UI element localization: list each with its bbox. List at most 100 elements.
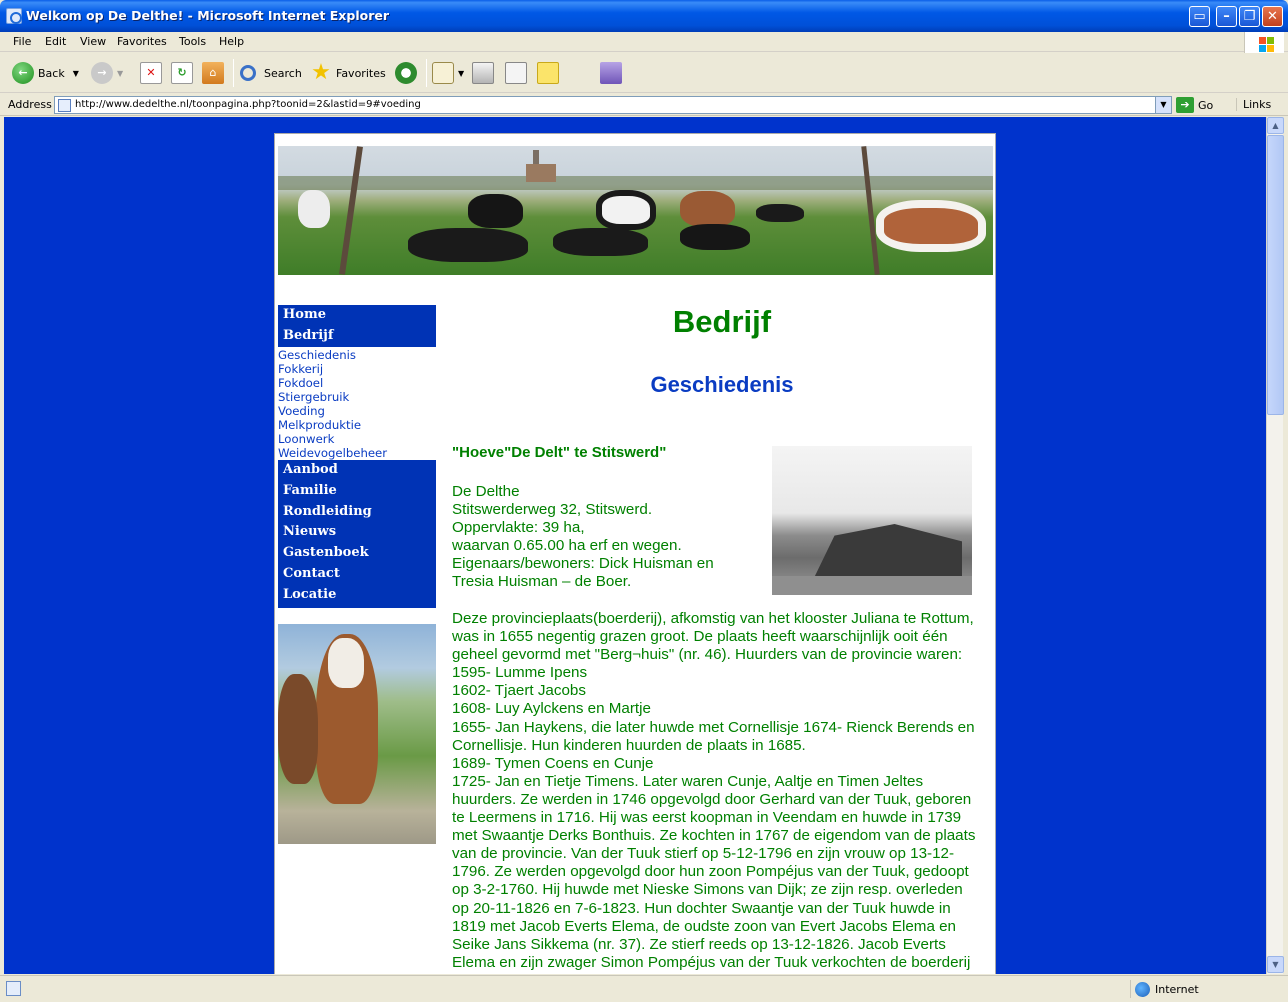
menu-favorites[interactable]: Favorites xyxy=(117,35,167,48)
windows-logo-icon xyxy=(1244,32,1284,54)
text-line: 1595- Lumme Ipens xyxy=(452,664,588,682)
back-button[interactable]: ← Back ▼ xyxy=(12,60,79,86)
search-icon xyxy=(240,65,256,81)
refresh-icon: ↻ xyxy=(171,62,193,84)
research-button[interactable] xyxy=(600,60,626,86)
text-line: huurders. Ze werden in 1746 opgevolgd do… xyxy=(452,790,972,808)
menu-file[interactable]: File xyxy=(13,35,31,48)
nav-melkproduktie[interactable]: Melkproduktie xyxy=(278,418,436,432)
mail-dropdown-icon[interactable]: ▼ xyxy=(458,69,464,78)
nav-familie[interactable]: Familie xyxy=(283,481,431,502)
ie-page-icon xyxy=(6,8,22,24)
cows-banner-image xyxy=(278,146,993,275)
nav-fokkerij[interactable]: Fokkerij xyxy=(278,362,436,376)
forward-button[interactable]: → ▼ xyxy=(91,60,123,86)
nav-gastenboek[interactable]: Gastenboek xyxy=(283,543,431,564)
restore-window-icon[interactable]: ▭ xyxy=(1189,6,1210,27)
text-line: van de provincie. Van der Tuuk stierf op… xyxy=(452,845,955,863)
status-bar: Internet xyxy=(0,975,1288,1002)
text-line: Deze provincieplaats(boerderij), afkomst… xyxy=(452,610,974,627)
address-input[interactable]: http://www.dedelthe.nl/toonpagina.php?to… xyxy=(54,96,1172,114)
nav-contact[interactable]: Contact xyxy=(283,564,431,585)
menu-view[interactable]: View xyxy=(80,35,106,48)
text-line: op 3-2-1760. Hij huwde met Nieske Simons… xyxy=(452,881,963,899)
back-dropdown-icon[interactable]: ▼ xyxy=(73,69,79,78)
edit-button[interactable] xyxy=(505,60,531,86)
scroll-down-icon[interactable]: ▼ xyxy=(1267,956,1284,973)
history-icon xyxy=(395,62,417,84)
menu-tools[interactable]: Tools xyxy=(179,35,206,48)
page-title: Bedrijf xyxy=(672,304,772,339)
go-label: Go xyxy=(1198,98,1214,112)
globe-icon xyxy=(1135,981,1150,997)
text-line: 1655- Jan Haykens, die later huwde met C… xyxy=(452,718,975,736)
text-line: 1725- Jan en Tietje Timens. Later waren … xyxy=(452,772,924,790)
nav-home[interactable]: Home xyxy=(283,305,431,326)
address-bar: Address http://www.dedelthe.nl/toonpagin… xyxy=(0,94,1288,116)
address-label: Address xyxy=(8,98,52,111)
text-line: 1689- Tymen Coens en Cunje xyxy=(452,754,654,772)
nav-bedrijf[interactable]: Bedrijf xyxy=(283,326,431,347)
nav-voeding[interactable]: Voeding xyxy=(278,404,436,418)
favorites-button[interactable]: ★ Favorites xyxy=(310,60,386,86)
printer-icon xyxy=(472,62,494,84)
side-navigation: Home Bedrijf Geschiedenis Fokkerij Fokdo… xyxy=(278,305,436,609)
nav-stiergebruik[interactable]: Stiergebruik xyxy=(278,390,436,404)
history-text: Deze provincieplaats(boerderij), afkomst… xyxy=(452,610,992,972)
nav-nieuws[interactable]: Nieuws xyxy=(283,522,431,543)
vertical-scrollbar[interactable]: ▲ ▼ xyxy=(1266,117,1284,974)
close-button[interactable]: ✕ xyxy=(1262,6,1283,27)
address-url[interactable]: http://www.dedelthe.nl/toonpagina.php?to… xyxy=(75,99,421,110)
nav-fokdoel[interactable]: Fokdoel xyxy=(278,376,436,390)
maximize-button[interactable]: ❐ xyxy=(1239,6,1260,27)
page-viewport[interactable]: Home Bedrijf Geschiedenis Fokkerij Fokdo… xyxy=(4,117,1266,974)
menu-help[interactable]: Help xyxy=(219,35,244,48)
menu-edit[interactable]: Edit xyxy=(45,35,66,48)
nav-rondleiding[interactable]: Rondleiding xyxy=(283,502,431,523)
address-line: Tresia Huisman – de Boer. xyxy=(452,573,632,590)
menu-bar: File Edit View Favorites Tools Help xyxy=(0,32,1288,52)
window-title-bar[interactable]: Welkom op De Delthe! - Microsoft Interne… xyxy=(0,0,1288,32)
discuss-button[interactable] xyxy=(537,60,563,86)
back-label: Back xyxy=(38,66,65,80)
text-line: op 20-11-1826 en 7-6-1823. Hun dochter S… xyxy=(452,899,951,917)
nav-locatie[interactable]: Locatie xyxy=(283,585,431,606)
farm-address: De Delthe Stitswerderweg 32, Stitswerd. … xyxy=(452,483,714,591)
star-icon: ★ xyxy=(311,60,331,85)
research-icon xyxy=(600,62,622,84)
stop-icon: ✕ xyxy=(140,62,162,84)
address-dropdown-icon[interactable]: ▼ xyxy=(1155,97,1171,113)
go-button[interactable]: ➔ Go xyxy=(1176,96,1213,114)
address-line: De Delthe xyxy=(452,483,520,500)
refresh-button[interactable]: ↻ xyxy=(171,60,197,86)
nav-loonwerk[interactable]: Loonwerk xyxy=(278,432,436,446)
text-line: 1796. Ze werden opgevolgd door hun zoon … xyxy=(452,863,969,881)
history-button[interactable] xyxy=(395,60,421,86)
scrollbar-thumb[interactable] xyxy=(1267,135,1284,415)
section-title: Geschiedenis xyxy=(650,372,794,397)
edit-page-icon xyxy=(505,62,527,84)
nav-aanbod[interactable]: Aanbod xyxy=(283,460,431,481)
nav-geschiedenis[interactable]: Geschiedenis xyxy=(278,348,436,362)
address-line: waarvan 0.65.00 ha erf en wegen. xyxy=(452,537,682,554)
text-line: was in 1655 negentig grazen groot. De pl… xyxy=(452,628,948,646)
links-button[interactable]: Links xyxy=(1236,98,1271,111)
text-line: geheel gevormd met "Berg¬huis" (nr. 46).… xyxy=(452,646,963,664)
minimize-button[interactable]: – xyxy=(1216,6,1237,27)
text-line: Seike Jans Sikkema (nr. 37). Ze stierf r… xyxy=(452,935,946,953)
stop-button[interactable]: ✕ xyxy=(140,60,166,86)
favorites-label: Favorites xyxy=(336,66,386,80)
search-button[interactable]: Search xyxy=(240,60,302,86)
zone-label: Internet xyxy=(1155,982,1199,996)
address-line: Eigenaars/bewoners: Dick Huisman en xyxy=(452,555,714,572)
scroll-up-icon[interactable]: ▲ xyxy=(1267,117,1284,134)
forward-dropdown-icon[interactable]: ▼ xyxy=(117,69,123,78)
nav-weidevogelbeheer[interactable]: Weidevogelbeheer xyxy=(278,446,436,460)
page-status-icon xyxy=(6,981,21,996)
home-button[interactable]: ⌂ xyxy=(202,60,228,86)
text-line: Elema en zijn zwager Simon Pompéjus van … xyxy=(452,953,971,971)
address-line: Stitswerderweg 32, Stitswerd. xyxy=(452,501,653,518)
mail-button[interactable]: ▼ xyxy=(432,60,464,86)
print-button[interactable] xyxy=(472,60,498,86)
page-favicon-icon xyxy=(58,99,71,112)
